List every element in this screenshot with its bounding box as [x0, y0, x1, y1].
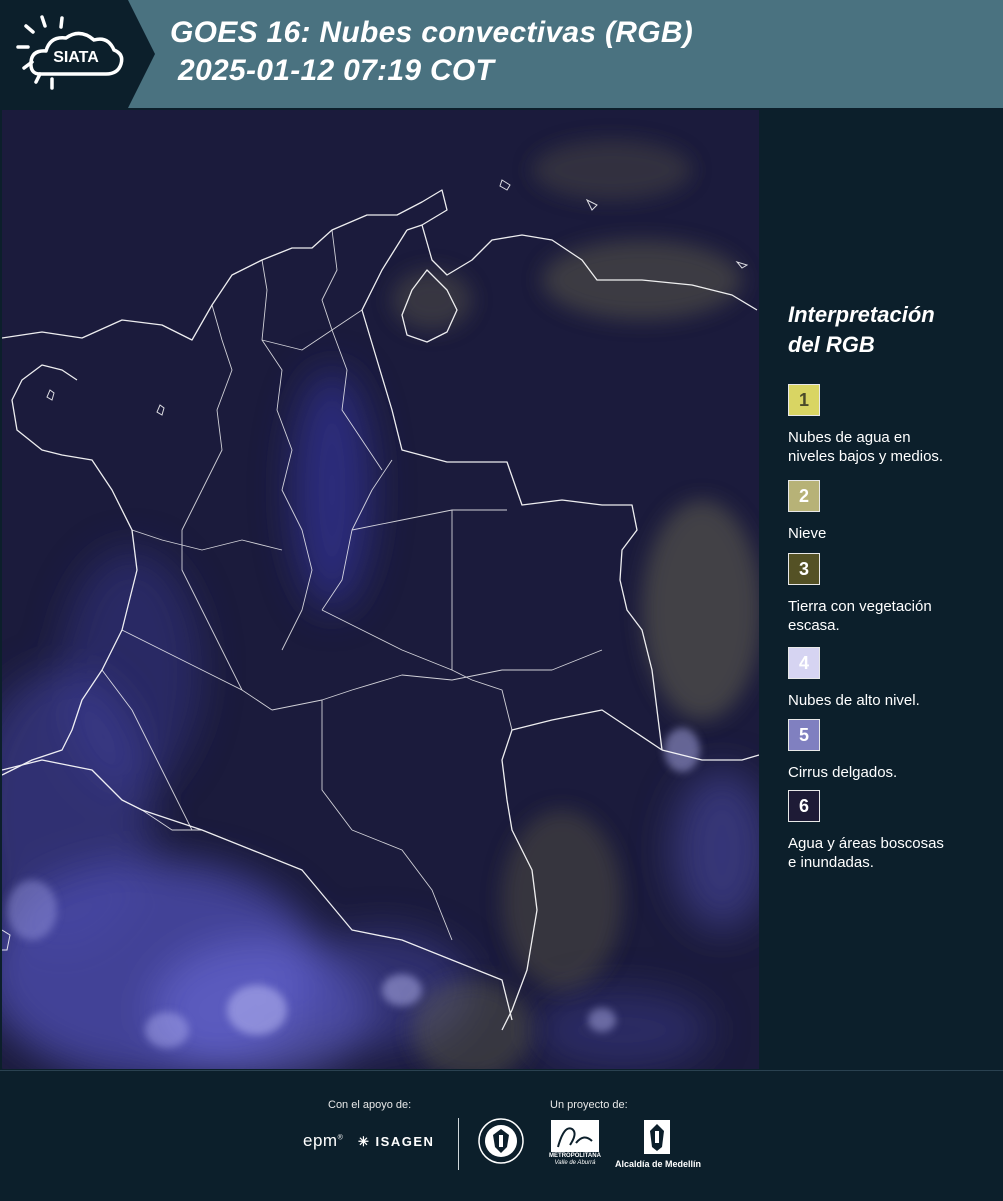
legend-label-5-line-1: Cirrus delgados. — [788, 764, 898, 781]
legend-label-6-line-1: Agua y áreas boscosas — [788, 835, 944, 852]
satellite-image — [2, 110, 759, 1069]
legend-swatch-3: 3 — [788, 553, 820, 585]
legend-item-4: 4 Nubes de alto nivel. — [788, 647, 998, 710]
legend-item-5: 5 Cirrus delgados. — [788, 719, 998, 782]
legend-panel: Interpretación del RGB 1 Nubes de agua e… — [760, 110, 1003, 1069]
legend-number-3: 3 — [798, 558, 809, 579]
legend-title-line-2: del RGB — [788, 332, 875, 357]
area-metropolitana-mark — [551, 1120, 599, 1152]
legend-swatch-1: 1 — [788, 384, 820, 416]
legend-label-1-line-2: niveles bajos y medios. — [788, 448, 944, 465]
medellin-seal-logo[interactable] — [477, 1117, 525, 1165]
page-title: GOES 16: Nubes convectivas (RGB) 2025-01… — [170, 14, 693, 90]
legend-number-5: 5 — [798, 724, 809, 745]
header-bar: SIATA GOES 16: Nubes convectivas (RGB) 2… — [0, 0, 1003, 108]
area-caption-2: Valle de Aburrá — [554, 1160, 596, 1166]
epm-logo[interactable]: epm® — [303, 1131, 343, 1151]
legend-label-2: Nieve — [788, 524, 998, 543]
support-label: Con el apoyo de: — [328, 1099, 412, 1111]
legend-number-1: 1 — [798, 389, 809, 410]
alcaldia-emblem — [644, 1120, 670, 1154]
isagen-logo-text: ISAGEN — [375, 1134, 435, 1149]
satellite-map[interactable] — [2, 110, 759, 1069]
legend-item-6: 6 Agua y áreas boscosas e inundadas. — [788, 790, 998, 872]
legend-label-1: Nubes de agua en niveles bajos y medios. — [788, 428, 998, 466]
legend-label-6-line-2: e inundadas. — [788, 854, 874, 871]
area-caption-1: METROPOLITANA — [549, 1153, 601, 1159]
legend-swatch-5: 5 — [788, 719, 820, 751]
legend-item-2: 2 Nieve — [788, 480, 998, 543]
legend-label-1-line-1: Nubes de agua en — [788, 429, 911, 446]
legend-number-6: 6 — [798, 795, 809, 816]
area-metropolitana-logo[interactable]: METROPOLITANA Valle de Aburrá — [549, 1119, 601, 1169]
alcaldia-caption: Alcaldía de Medellín — [614, 1159, 702, 1169]
title-line-1: GOES 16: Nubes convectivas (RGB) — [170, 16, 694, 49]
title-line-2: 2025-01-12 07:19 COT — [178, 54, 495, 87]
legend-label-4: Nubes de alto nivel. — [788, 691, 998, 710]
legend-swatch-6: 6 — [788, 790, 820, 822]
footer: Con el apoyo de: Un proyecto de: epm® ✳ … — [0, 1070, 1003, 1201]
isagen-logo-mark: ✳ — [358, 1134, 371, 1149]
legend-label-5: Cirrus delgados. — [788, 763, 998, 782]
seal-icon — [478, 1118, 524, 1164]
siata-logo[interactable]: SIATA — [0, 0, 158, 108]
legend-item-3: 3 Tierra con vegetación escasa. — [788, 553, 998, 635]
isagen-logo[interactable]: ✳ ISAGEN — [358, 1134, 434, 1150]
project-label: Un proyecto de: — [550, 1099, 628, 1111]
legend-item-1: 1 Nubes de agua en niveles bajos y medio… — [788, 384, 998, 466]
legend-title: Interpretación del RGB — [788, 300, 935, 360]
legend-label-2-line-1: Nieve — [788, 525, 827, 542]
footer-divider — [458, 1118, 459, 1170]
siata-logo-shape: SIATA — [0, 0, 155, 108]
legend-label-3: Tierra con vegetación escasa. — [788, 597, 998, 635]
legend-title-line-1: Interpretación — [788, 302, 935, 327]
legend-swatch-2: 2 — [788, 480, 820, 512]
legend-swatch-4: 4 — [788, 647, 820, 679]
legend-label-3-line-1: Tierra con vegetación — [788, 598, 932, 615]
legend-number-4: 4 — [798, 652, 809, 673]
legend-number-2: 2 — [798, 485, 809, 506]
alcaldia-logo[interactable]: Alcaldía de Medellín — [612, 1119, 704, 1174]
legend-label-4-line-1: Nubes de alto nivel. — [788, 692, 920, 709]
epm-logo-text: epm — [303, 1131, 338, 1150]
siata-logo-text: SIATA — [53, 49, 99, 66]
legend-label-6: Agua y áreas boscosas e inundadas. — [788, 834, 998, 872]
legend-label-3-line-2: escasa. — [788, 617, 840, 634]
